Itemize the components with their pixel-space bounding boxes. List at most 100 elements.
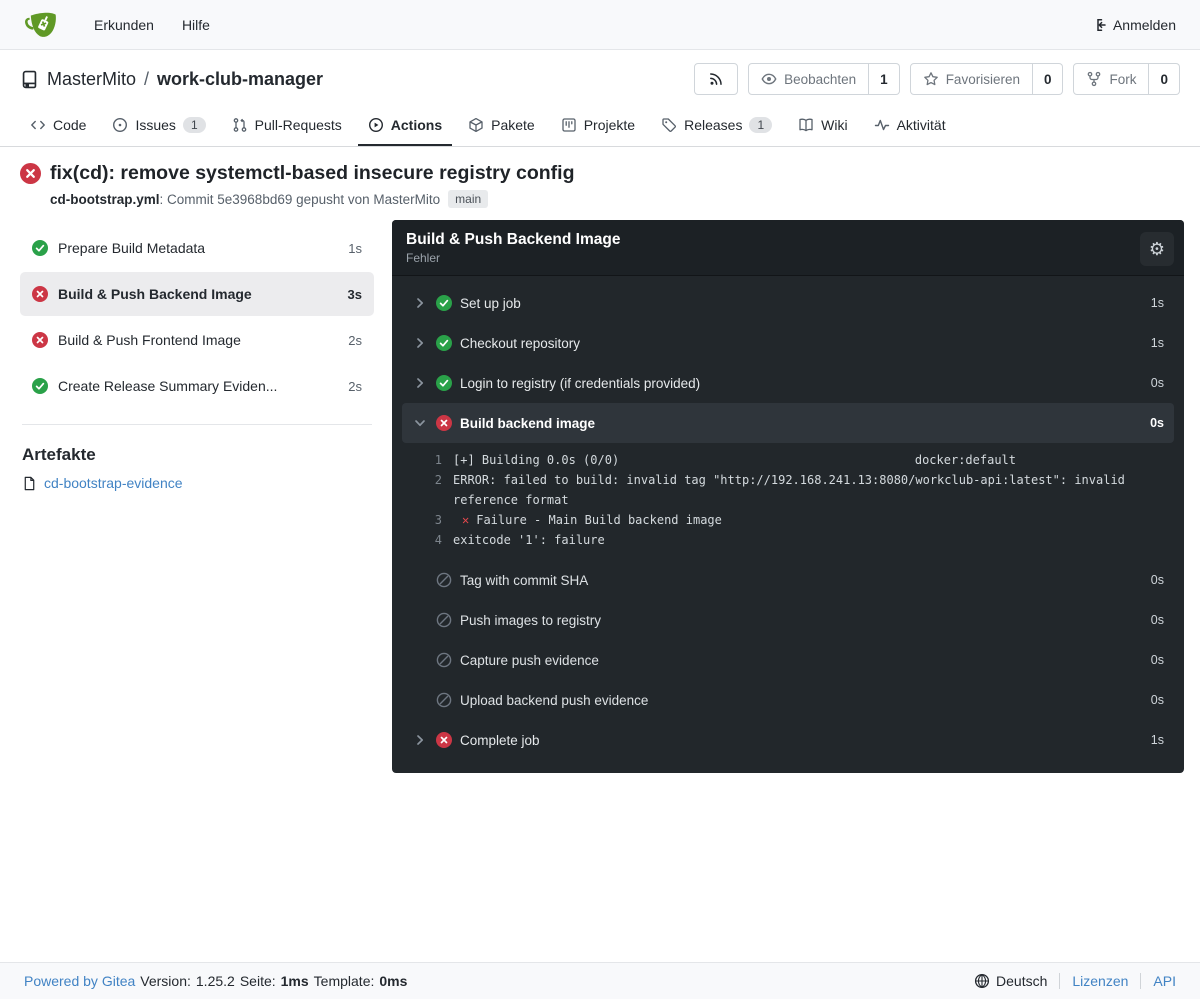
nav-link-explore[interactable]: Erkunden — [84, 9, 164, 41]
tab-releases[interactable]: Releases 1 — [651, 107, 782, 146]
fork-button[interactable]: Fork — [1073, 63, 1149, 95]
step-duration: 1s — [1151, 296, 1164, 310]
nav-link-help[interactable]: Hilfe — [172, 9, 220, 41]
log-line: 3 ✕Failure - Main Build backend image — [404, 510, 1162, 530]
pull-request-icon — [232, 117, 248, 133]
step-name: Tag with commit SHA — [460, 573, 1143, 588]
step-duration: 0s — [1151, 573, 1164, 587]
failure-icon — [436, 732, 452, 748]
step-name: Build backend image — [460, 416, 1142, 431]
signin-icon — [1091, 17, 1107, 33]
job-row-prepare-build-metadata[interactable]: Prepare Build Metadata 1s — [20, 226, 374, 270]
log-text: [+] Building 0.0s (0/0) — [453, 450, 619, 470]
issue-icon — [112, 117, 128, 133]
run-title: fix(cd): remove systemctl-based insecure… — [50, 162, 575, 185]
tab-label: Pakete — [491, 117, 535, 133]
log-text-right: docker:default — [915, 450, 1016, 470]
repo-name-link[interactable]: work-club-manager — [157, 69, 323, 90]
page-time: 1ms — [281, 973, 309, 989]
repo-header: MasterMito / work-club-manager Beobachte… — [0, 50, 1200, 107]
jobs-sidebar: Prepare Build Metadata 1s Build & Push B… — [16, 220, 378, 491]
signin-button[interactable]: Anmelden — [1091, 17, 1176, 33]
success-icon — [436, 295, 452, 311]
tab-actions[interactable]: Actions — [358, 107, 452, 146]
success-icon — [32, 378, 48, 394]
tab-projects[interactable]: Projekte — [551, 107, 645, 146]
step-duration: 0s — [1150, 416, 1164, 430]
tab-packages[interactable]: Pakete — [458, 107, 545, 146]
tab-label: Code — [53, 117, 86, 133]
skipped-icon — [436, 572, 452, 588]
watch-button[interactable]: Beobachten — [748, 63, 869, 95]
step-row-login-to-registry[interactable]: Login to registry (if credentials provid… — [402, 363, 1174, 403]
tag-icon — [661, 117, 677, 133]
log-line-number[interactable]: 3 — [404, 510, 442, 530]
step-row-tag-with-commit-sha: Tag with commit SHA 0s — [402, 560, 1174, 600]
step-row-complete-job[interactable]: Complete job 1s — [402, 720, 1174, 760]
step-duration: 0s — [1151, 653, 1164, 667]
log-settings-button[interactable]: ⚙ — [1140, 232, 1174, 266]
workflow-file: cd-bootstrap.yml — [50, 192, 160, 207]
commit-text: : Commit 5e3968bd69 gepusht von MasterMi… — [160, 192, 441, 207]
licenses-link[interactable]: Lizenzen — [1060, 973, 1140, 989]
star-button[interactable]: Favorisieren — [910, 63, 1033, 95]
artifact-link[interactable]: cd-bootstrap-evidence — [22, 475, 372, 491]
signin-label: Anmelden — [1113, 17, 1176, 33]
job-duration: 1s — [348, 241, 362, 256]
chevron-right-icon — [412, 732, 428, 748]
log-line-number[interactable]: 1 — [404, 450, 442, 470]
step-row-capture-push-evidence: Capture push evidence 0s — [402, 640, 1174, 680]
log-line-number[interactable]: 4 — [404, 530, 442, 550]
step-row-checkout-repository[interactable]: Checkout repository 1s — [402, 323, 1174, 363]
job-log-panel: Build & Push Backend Image Fehler ⚙ Set … — [392, 220, 1184, 773]
job-row-build-push-backend[interactable]: Build & Push Backend Image 3s — [20, 272, 374, 316]
releases-count-badge: 1 — [749, 117, 772, 133]
tab-pull-requests[interactable]: Pull-Requests — [222, 107, 352, 146]
star-count[interactable]: 0 — [1033, 63, 1064, 95]
page-label: Seite: — [240, 973, 276, 989]
tab-wiki[interactable]: Wiki — [788, 107, 857, 146]
job-row-build-push-frontend[interactable]: Build & Push Frontend Image 2s — [20, 318, 374, 362]
job-name: Build & Push Frontend Image — [58, 332, 338, 348]
tab-activity[interactable]: Aktivität — [864, 107, 956, 146]
panel-job-status: Fehler — [406, 251, 1170, 265]
book-icon — [798, 117, 814, 133]
job-duration: 3s — [348, 287, 362, 302]
fork-group: Fork 0 — [1073, 63, 1180, 95]
api-link[interactable]: API — [1141, 973, 1176, 989]
run-failure-icon — [20, 163, 41, 184]
log-text: ERROR: failed to build: invalid tag "htt… — [453, 470, 1162, 510]
page-footer: Powered by Gitea Version: 1.25.2 Seite: … — [0, 962, 1200, 999]
language-selector[interactable]: Deutsch — [974, 973, 1059, 989]
step-row-set-up-job[interactable]: Set up job 1s — [402, 283, 1174, 323]
fork-count[interactable]: 0 — [1149, 63, 1180, 95]
step-row-build-backend-image[interactable]: Build backend image 0s — [402, 403, 1174, 443]
star-group: Favorisieren 0 — [910, 63, 1064, 95]
branch-badge[interactable]: main — [448, 190, 488, 208]
watch-count[interactable]: 1 — [869, 63, 900, 95]
log-line: 2 ERROR: failed to build: invalid tag "h… — [404, 470, 1162, 510]
artifact-name: cd-bootstrap-evidence — [44, 475, 183, 491]
package-icon — [468, 117, 484, 133]
sidebar-divider — [22, 424, 372, 425]
tab-issues[interactable]: Issues 1 — [102, 107, 215, 146]
failure-icon — [32, 332, 48, 348]
powered-by-gitea-link[interactable]: Powered by Gitea — [24, 973, 135, 989]
tab-code[interactable]: Code — [20, 107, 96, 146]
job-duration: 2s — [348, 379, 362, 394]
step-name: Set up job — [460, 296, 1143, 311]
step-name: Upload backend push evidence — [460, 693, 1143, 708]
job-row-create-release-summary[interactable]: Create Release Summary Eviden... 2s — [20, 364, 374, 408]
watch-label: Beobachten — [784, 72, 856, 87]
repo-icon — [20, 70, 39, 89]
job-name: Build & Push Backend Image — [58, 286, 338, 302]
star-label: Favorisieren — [946, 72, 1020, 87]
step-row-upload-backend-push-evidence: Upload backend push evidence 0s — [402, 680, 1174, 720]
top-navbar: Erkunden Hilfe Anmelden — [0, 0, 1200, 50]
rss-button[interactable] — [694, 63, 738, 95]
log-line-number[interactable]: 2 — [404, 470, 442, 510]
code-icon — [30, 117, 46, 133]
repo-owner-link[interactable]: MasterMito — [47, 69, 136, 90]
step-duration: 0s — [1151, 613, 1164, 627]
gitea-logo[interactable] — [24, 8, 58, 42]
